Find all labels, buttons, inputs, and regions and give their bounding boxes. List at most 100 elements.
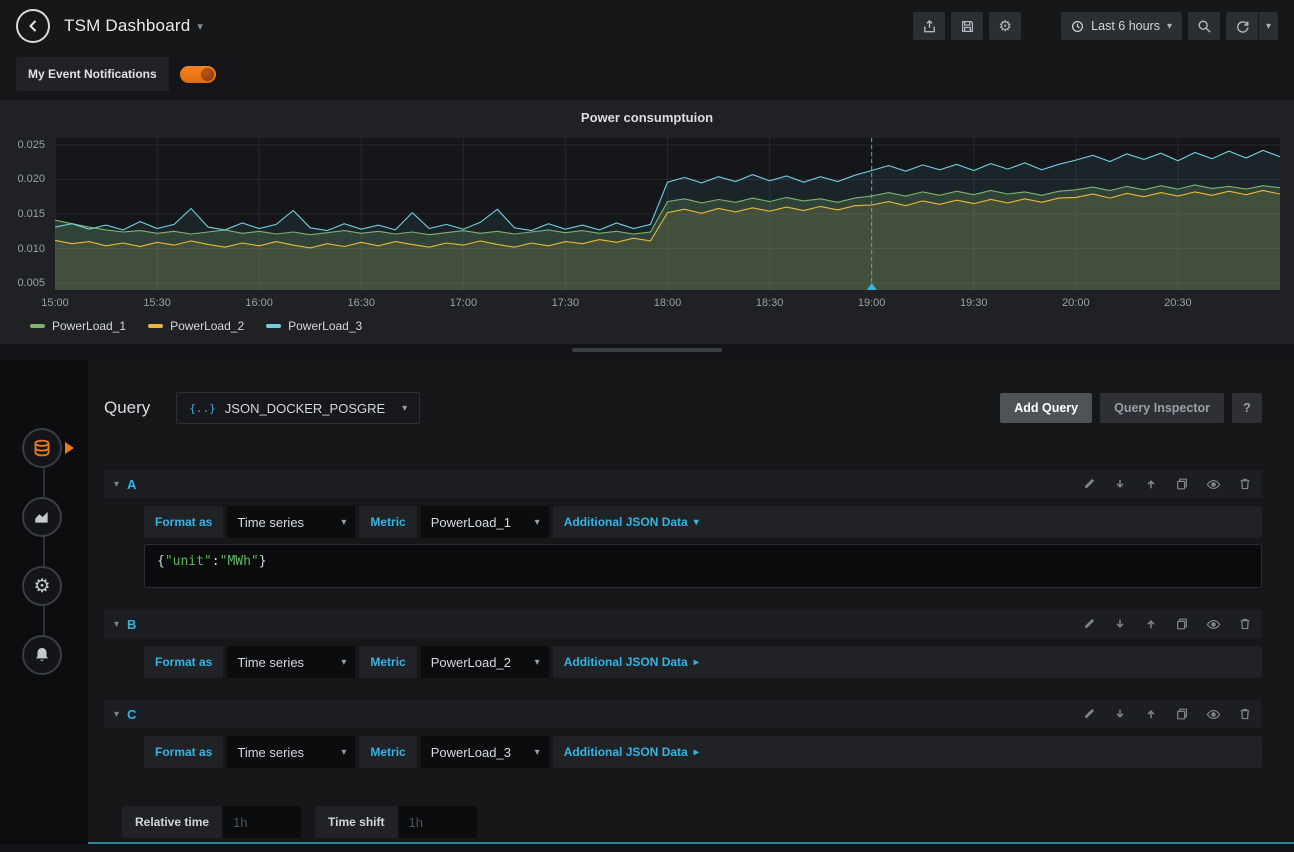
plot-area[interactable] bbox=[55, 138, 1280, 290]
duplicate-query-icon[interactable] bbox=[1175, 707, 1189, 721]
tab-general[interactable]: ⚙ bbox=[22, 566, 62, 606]
time-shift-input[interactable] bbox=[399, 806, 477, 838]
help-button[interactable]: ? bbox=[1232, 393, 1262, 423]
query-letter[interactable]: A bbox=[127, 477, 136, 492]
tab-queries[interactable] bbox=[22, 428, 62, 468]
move-query-up-icon[interactable] bbox=[1144, 477, 1158, 491]
time-range-picker[interactable]: Last 6 hours ▾ bbox=[1061, 12, 1182, 40]
additional-json-label: Additional JSON Data bbox=[564, 655, 688, 669]
disable-query-eye-icon[interactable] bbox=[1206, 617, 1221, 632]
format-as-select[interactable]: Time series▾ bbox=[227, 646, 355, 678]
chevron-down-icon: ▾ bbox=[341, 657, 346, 668]
additional-json-label: Additional JSON Data bbox=[564, 515, 688, 529]
format-as-select[interactable]: Time series▾ bbox=[227, 736, 355, 768]
panel-title[interactable]: Power consumptuion bbox=[0, 110, 1294, 132]
relative-time-input[interactable] bbox=[223, 806, 301, 838]
format-as-value: Time series bbox=[237, 515, 304, 530]
query-letter[interactable]: B bbox=[127, 617, 136, 632]
save-button[interactable] bbox=[951, 12, 983, 40]
move-query-down-icon[interactable] bbox=[1113, 617, 1127, 631]
edit-query-icon[interactable] bbox=[1082, 617, 1096, 631]
back-button[interactable] bbox=[16, 9, 50, 43]
collapse-caret-icon[interactable]: ▾ bbox=[114, 479, 119, 490]
panel-power-consumption: Power consumptuion 0.0050.0100.0150.0200… bbox=[0, 100, 1294, 344]
delete-query-trash-icon[interactable] bbox=[1238, 707, 1252, 721]
tab-visualization[interactable] bbox=[22, 497, 62, 537]
save-icon bbox=[960, 19, 975, 34]
duplicate-query-icon[interactable] bbox=[1175, 617, 1189, 631]
delete-query-trash-icon[interactable] bbox=[1238, 617, 1252, 631]
query-row-actions bbox=[1082, 707, 1252, 722]
tab-alert[interactable] bbox=[22, 635, 62, 675]
additional-json-editor[interactable]: {"unit":"MWh"} bbox=[144, 544, 1262, 588]
zoom-out-button[interactable] bbox=[1188, 12, 1220, 40]
query-letter[interactable]: C bbox=[127, 707, 136, 722]
datasource-picker[interactable]: {..} JSON_DOCKER_POSGRE ▾ bbox=[176, 392, 420, 424]
refresh-button[interactable] bbox=[1226, 12, 1258, 40]
edit-query-icon[interactable] bbox=[1082, 477, 1096, 491]
query-row-actions bbox=[1082, 617, 1252, 632]
query-row-header-c: ▾ C bbox=[104, 700, 1262, 728]
x-tick-label: 18:00 bbox=[654, 297, 682, 309]
dashboard-title[interactable]: TSM Dashboard ▾ bbox=[64, 16, 203, 36]
database-icon bbox=[32, 438, 52, 458]
metric-select[interactable]: PowerLoad_1▾ bbox=[421, 506, 549, 538]
delete-query-trash-icon[interactable] bbox=[1238, 477, 1252, 491]
chevron-down-icon: ▾ bbox=[341, 747, 346, 758]
disable-query-eye-icon[interactable] bbox=[1206, 707, 1221, 722]
y-tick-label: 0.015 bbox=[17, 208, 45, 220]
metric-select[interactable]: PowerLoad_3▾ bbox=[421, 736, 549, 768]
query-inspector-button[interactable]: Query Inspector bbox=[1100, 393, 1224, 423]
json-value: "MWh" bbox=[220, 554, 259, 569]
chevron-down-icon: ▾ bbox=[535, 747, 540, 758]
x-tick-label: 16:00 bbox=[245, 297, 273, 309]
duplicate-query-icon[interactable] bbox=[1175, 477, 1189, 491]
chevron-down-icon: ▾ bbox=[535, 517, 540, 528]
dashboard-settings-button[interactable]: ⚙ bbox=[989, 12, 1021, 40]
json-brace: { bbox=[157, 554, 165, 569]
scrollbar-horizontal[interactable] bbox=[572, 348, 722, 352]
caret-icon: ▾ bbox=[694, 517, 699, 528]
collapse-caret-icon[interactable]: ▾ bbox=[114, 709, 119, 720]
panel-editor: ⚙ Query {..} JSON_DOCKER_POSGRE ▾ Add Qu… bbox=[0, 360, 1294, 844]
additional-json-toggle[interactable]: Additional JSON Data ▸ bbox=[553, 736, 1262, 768]
toggle-switch[interactable] bbox=[180, 66, 216, 83]
query-heading: Query bbox=[104, 398, 150, 418]
format-as-select[interactable]: Time series▾ bbox=[227, 506, 355, 538]
move-query-up-icon[interactable] bbox=[1144, 707, 1158, 721]
json-brace: } bbox=[259, 554, 267, 569]
collapse-caret-icon[interactable]: ▾ bbox=[114, 619, 119, 630]
legend-item[interactable]: PowerLoad_3 bbox=[266, 319, 362, 333]
format-as-label: Format as bbox=[144, 736, 223, 768]
share-button[interactable] bbox=[913, 12, 945, 40]
query-row-actions bbox=[1082, 477, 1252, 492]
move-query-down-icon[interactable] bbox=[1113, 477, 1127, 491]
metric-select[interactable]: PowerLoad_2▾ bbox=[421, 646, 549, 678]
json-key: "unit" bbox=[165, 554, 212, 569]
x-tick-label: 17:00 bbox=[450, 297, 478, 309]
additional-json-toggle[interactable]: Additional JSON Data▸ bbox=[553, 646, 1262, 678]
move-query-down-icon[interactable] bbox=[1113, 707, 1127, 721]
add-query-button[interactable]: Add Query bbox=[1000, 393, 1092, 423]
toggle-knob bbox=[201, 68, 214, 81]
x-tick-label: 20:00 bbox=[1062, 297, 1090, 309]
refresh-interval-dropdown[interactable]: ▾ bbox=[1258, 12, 1278, 40]
chevron-down-icon: ▾ bbox=[402, 403, 407, 414]
x-tick-label: 16:30 bbox=[347, 297, 375, 309]
disable-query-eye-icon[interactable] bbox=[1206, 477, 1221, 492]
additional-json-label: Additional JSON Data bbox=[564, 745, 688, 759]
legend-item[interactable]: PowerLoad_1 bbox=[30, 319, 126, 333]
legend-item[interactable]: PowerLoad_2 bbox=[148, 319, 244, 333]
magnifier-icon bbox=[1197, 19, 1212, 34]
event-notifications-toggle[interactable]: My Event Notifications bbox=[16, 57, 227, 91]
additional-json-toggle[interactable]: Additional JSON Data ▾ bbox=[553, 506, 1262, 538]
edit-query-icon[interactable] bbox=[1082, 707, 1096, 721]
top-chrome: TSM Dashboard ▾ ⚙ Last 6 hours ▾ bbox=[0, 0, 1294, 96]
datasource-icon: {..} bbox=[189, 402, 216, 415]
grafana-app: TSM Dashboard ▾ ⚙ Last 6 hours ▾ bbox=[0, 0, 1294, 852]
format-as-label: Format as bbox=[144, 506, 223, 538]
arrow-left-icon bbox=[25, 18, 41, 34]
caret-icon: ▸ bbox=[694, 747, 699, 758]
move-query-up-icon[interactable] bbox=[1144, 617, 1158, 631]
rail-connector-line bbox=[43, 448, 45, 658]
